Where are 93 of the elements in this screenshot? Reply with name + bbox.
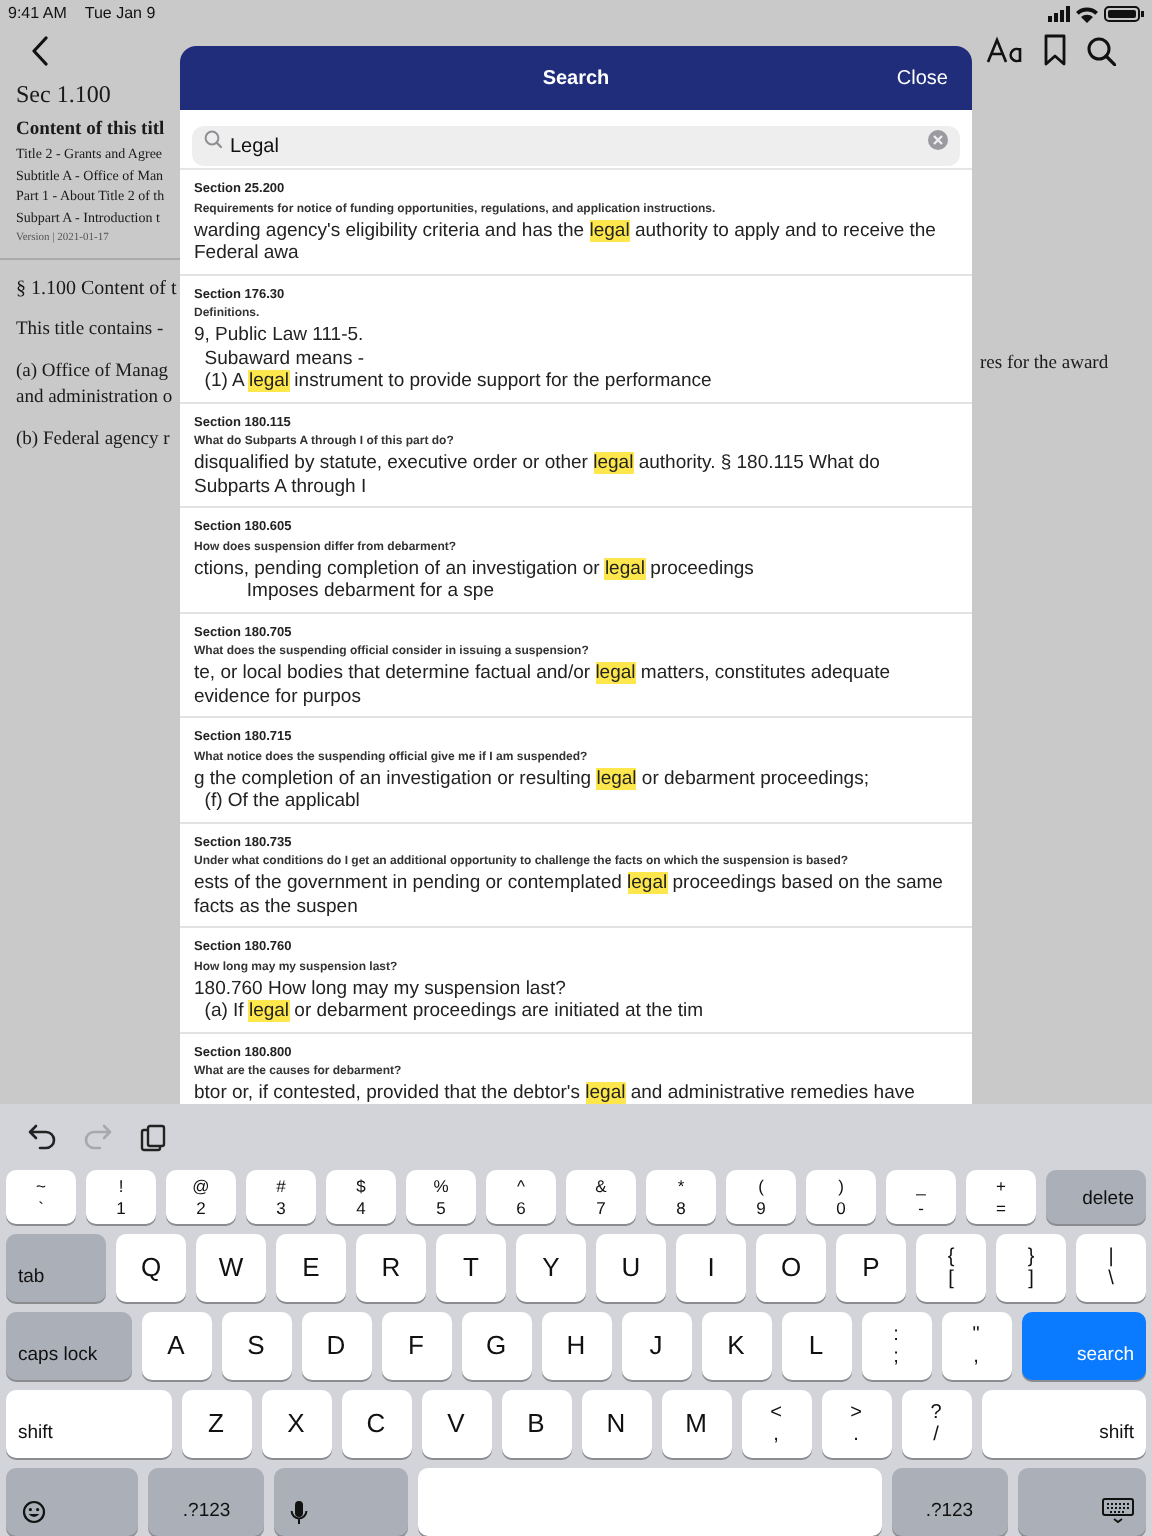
emoji-key[interactable] [6, 1468, 139, 1536]
result-snippet: te, or local bodies that determine factual and/or legal matters, constitutes adequate evidence for purpos [194, 662, 893, 708]
status-date: Tue Jan 9 [84, 2, 156, 26]
key[interactable]: & 7 [566, 1170, 636, 1224]
key[interactable]: * 8 [646, 1170, 716, 1224]
key[interactable]: : ; [861, 1312, 931, 1380]
key[interactable]: > . [821, 1390, 891, 1458]
bookmark-icon[interactable] [1044, 34, 1066, 66]
section-heading: § 1.100 Content of t [16, 276, 179, 302]
key[interactable]: tab [6, 1234, 106, 1302]
key[interactable]: V [421, 1390, 491, 1458]
back-button[interactable] [32, 34, 52, 66]
result-snippet: btor or, if contested, provided that the debtor's legal and administrative remedies have [194, 1082, 917, 1104]
key[interactable]: { [ [916, 1234, 986, 1302]
key[interactable]: % 5 [406, 1170, 476, 1224]
paragraph-text: (a) Office of Manag and administration o [16, 360, 175, 412]
key[interactable]: P [836, 1234, 906, 1302]
key[interactable]: .?123 [148, 1468, 265, 1536]
key[interactable]: ~ ` [6, 1170, 76, 1224]
key[interactable]: R [356, 1234, 426, 1302]
search-icon[interactable] [1086, 35, 1116, 65]
paragraph-text: This title contains - [16, 318, 166, 344]
search-result[interactable] [180, 823, 972, 928]
key[interactable]: .?123 [891, 1468, 1008, 1536]
key[interactable]: M [661, 1390, 731, 1458]
key[interactable]: U [596, 1234, 666, 1302]
key[interactable]: J [621, 1312, 691, 1380]
key[interactable]: | \ [1076, 1234, 1146, 1302]
result-snippet: disqualified by statute, executive order or other legal authority. § 180.115 What do Subparts A through I [194, 452, 882, 498]
panel-title: Search [542, 65, 610, 93]
key[interactable]: W [196, 1234, 266, 1302]
key[interactable]: < , [741, 1390, 811, 1458]
key[interactable]: D [301, 1312, 371, 1380]
wifi-icon [1076, 5, 1098, 23]
battery-icon [1104, 6, 1144, 22]
text-size-icon[interactable] [986, 36, 1024, 64]
key[interactable]: search [1021, 1312, 1146, 1380]
key[interactable]: F [381, 1312, 451, 1380]
paragraph-text: (b) Federal agency r [16, 428, 172, 454]
key[interactable]: ? / [901, 1390, 971, 1458]
back-chevron-icon [32, 35, 48, 65]
result-snippet: 9, Public Law 111-5. Subaward means - (1) A legal instrument to provide support for the performance [194, 324, 714, 393]
key[interactable]: } ] [996, 1234, 1066, 1302]
key[interactable]: A [141, 1312, 211, 1380]
key[interactable]: G [461, 1312, 531, 1380]
result-snippet: ctions, pending completion of an investigation or legal proceedings Imposes debarment for a spe [194, 557, 756, 603]
key[interactable]: L [781, 1312, 851, 1380]
search-field[interactable]: Legal [192, 126, 960, 166]
key[interactable]: ! 1 [86, 1170, 156, 1224]
key[interactable]: T [436, 1234, 506, 1302]
result-snippet: g the completion of an investigation or resulting legal or debarment proceedings; (f) Of the applicabl [194, 767, 871, 813]
key[interactable]: I [676, 1234, 746, 1302]
document-heading: Sec 1.100 [16, 80, 113, 108]
key[interactable]: shift [6, 1390, 171, 1458]
paragraph-text: res for the award [980, 352, 1111, 378]
keyboard-icon [1102, 1498, 1135, 1524]
key[interactable]: caps lock [6, 1312, 131, 1380]
document-title: Content of this titl [16, 118, 167, 144]
undo-icon[interactable] [28, 1123, 56, 1151]
key[interactable]: B [501, 1390, 571, 1458]
smiley-icon [22, 1500, 46, 1524]
result-snippet: warding agency's eligibility criteria and has the legal authority to apply and to receive the Federal awa [194, 219, 938, 265]
key[interactable]: # 3 [246, 1170, 316, 1224]
close-button[interactable]: Close [896, 64, 948, 94]
key[interactable]: ^ 6 [486, 1170, 556, 1224]
key[interactable]: Z [181, 1390, 251, 1458]
key[interactable]: Q [116, 1234, 186, 1302]
key[interactable]: ) 0 [806, 1170, 876, 1224]
key[interactable]: @ 2 [166, 1170, 236, 1224]
key[interactable]: C [341, 1390, 411, 1458]
key[interactable]: $ 4 [326, 1170, 396, 1224]
status-time: 9:41 AM [8, 2, 67, 26]
signal-icon [1048, 6, 1070, 22]
result-snippet: ests of the government in pending or contemplated legal proceedings based on the same facts as the suspen [194, 872, 945, 918]
key[interactable]: H [541, 1312, 611, 1380]
key[interactable]: E [276, 1234, 346, 1302]
search-icon [204, 130, 222, 148]
key[interactable]: + = [966, 1170, 1036, 1224]
key[interactable]: O [756, 1234, 826, 1302]
key[interactable]: Y [516, 1234, 586, 1302]
key[interactable]: delete [1046, 1170, 1146, 1224]
hide-keyboard-key[interactable] [1017, 1468, 1147, 1536]
key[interactable]: S [221, 1312, 291, 1380]
key[interactable]: N [581, 1390, 651, 1458]
result-snippet: 180.760 How long may my suspension last? (a) If legal or debarment proceedings are initiated at the tim [194, 977, 706, 1023]
key[interactable]: ( 9 [726, 1170, 796, 1224]
microphone-icon [290, 1500, 309, 1524]
clipboard-icon[interactable] [140, 1123, 168, 1151]
key[interactable]: " , [941, 1312, 1011, 1380]
key[interactable]: X [261, 1390, 331, 1458]
key[interactable]: K [701, 1312, 771, 1380]
key[interactable]: shift [981, 1390, 1146, 1458]
key[interactable]: _ - [886, 1170, 956, 1224]
